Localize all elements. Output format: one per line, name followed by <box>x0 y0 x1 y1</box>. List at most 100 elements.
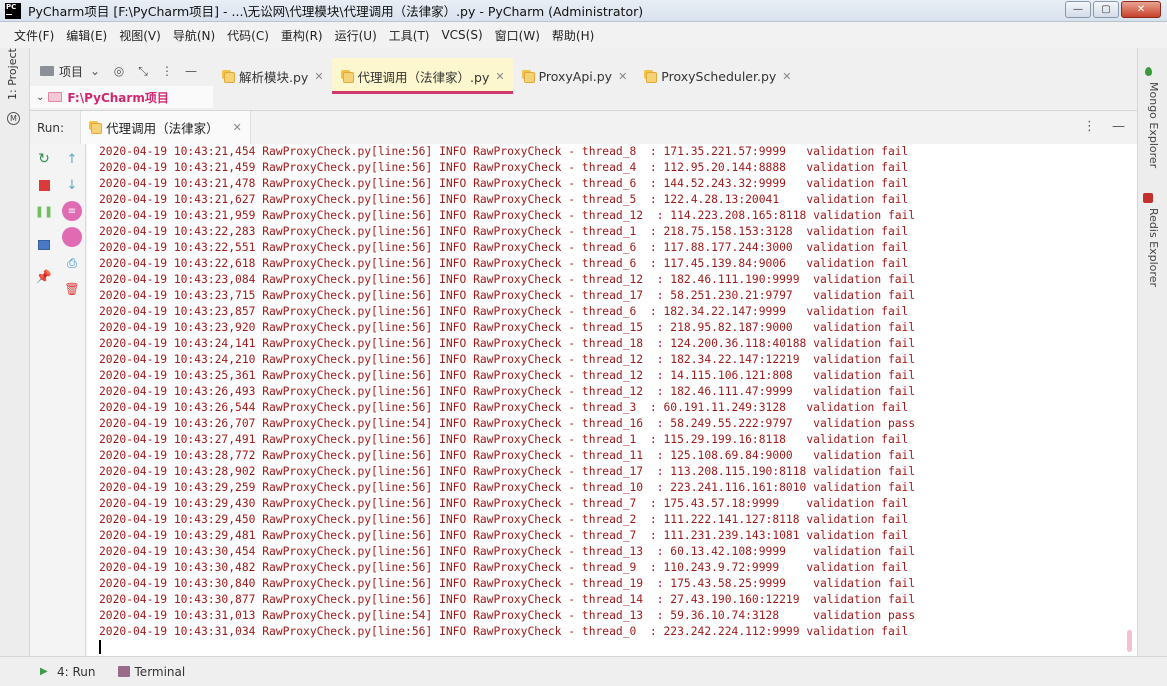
editor-tab-proxy-call[interactable]: 代理调用（法律家）.py ✕ <box>331 58 513 94</box>
print-icon[interactable]: ⎙ <box>63 254 81 272</box>
hide-panel-icon[interactable]: — <box>183 63 199 79</box>
minimize-button[interactable]: — <box>1065 1 1091 18</box>
editor-tab-parse-module[interactable]: 解析模块.py ✕ <box>213 58 332 94</box>
project-panel-label[interactable]: 项目 <box>59 63 83 80</box>
text-cursor <box>99 640 101 654</box>
hide-run-panel-icon[interactable]: — <box>1112 119 1125 134</box>
python-file-icon <box>222 69 235 83</box>
folder-icon <box>40 66 54 76</box>
log-line: 2020-04-19 10:43:21,959 RawProxyCheck.py… <box>99 209 916 222</box>
close-tab-icon[interactable]: ✕ <box>495 70 504 83</box>
log-line: 2020-04-19 10:43:29,430 RawProxyCheck.py… <box>99 497 909 510</box>
collapse-all-icon[interactable]: ⤡ <box>135 63 151 79</box>
chevron-down-icon[interactable]: ⌄ <box>36 92 44 103</box>
log-line: 2020-04-19 10:43:21,454 RawProxyCheck.py… <box>99 145 909 158</box>
trash-icon[interactable]: 🗑 <box>63 280 81 298</box>
log-line: 2020-04-19 10:43:26,544 RawProxyCheck.py… <box>99 401 909 414</box>
log-line: 2020-04-19 10:43:29,481 RawProxyCheck.py… <box>99 529 909 542</box>
soft-wrap-icon[interactable]: ≡ <box>62 201 82 221</box>
menu-run[interactable]: 运行(U) <box>329 27 383 44</box>
python-file-icon <box>644 69 658 83</box>
log-line: 2020-04-19 10:43:28,902 RawProxyCheck.py… <box>99 465 916 478</box>
right-tool-stripe: Mongo Explorer Redis Explorer <box>1137 48 1167 660</box>
redis-explorer-tab[interactable]: Redis Explorer <box>1147 208 1160 287</box>
menu-code[interactable]: 代码(C) <box>221 27 275 44</box>
project-tool-tab[interactable]: 1: Project <box>6 48 19 100</box>
project-tree-root[interactable]: ⌄ F:\PyCharm项目 <box>30 86 213 108</box>
console-scrollbar[interactable] <box>1127 630 1132 652</box>
mongo-explorer-tab[interactable]: Mongo Explorer <box>1147 82 1160 168</box>
run-config-tab[interactable]: 代理调用（法律家） ✕ <box>80 110 251 145</box>
view-dropdown-icon[interactable]: ⌄ <box>87 63 103 79</box>
close-run-tab-icon[interactable]: ✕ <box>233 121 242 134</box>
menu-refactor[interactable]: 重构(R) <box>275 27 329 44</box>
arrow-down-icon[interactable]: ↓ <box>63 176 81 194</box>
log-line: 2020-04-19 10:43:31,034 RawProxyCheck.py… <box>99 625 909 638</box>
log-line: 2020-04-19 10:43:30,840 RawProxyCheck.py… <box>99 577 916 590</box>
window-controls: — ▢ ✕ <box>1065 1 1161 18</box>
title-bar: PC PyCharm项目 [F:\PyCharm项目] - ...\无讼网\代理… <box>0 0 1167 22</box>
run-tab-label: 代理调用（法律家） <box>106 121 219 136</box>
log-line: 2020-04-19 10:43:30,877 RawProxyCheck.py… <box>99 593 916 606</box>
layout-icon[interactable] <box>35 236 53 254</box>
menu-help[interactable]: 帮助(H) <box>546 27 600 44</box>
menu-view[interactable]: 视图(V) <box>113 27 167 44</box>
menu-vcs[interactable]: VCS(S) <box>435 28 488 42</box>
run-tool-tab[interactable]: ▶ 4: Run <box>40 665 96 679</box>
tab-label: ProxyApi.py <box>538 68 613 84</box>
menu-tools[interactable]: 工具(T) <box>383 27 436 44</box>
log-line: 2020-04-19 10:43:23,715 RawProxyCheck.py… <box>99 289 916 302</box>
more-options-icon[interactable]: ⋮ <box>1083 119 1096 134</box>
close-tab-icon[interactable]: ✕ <box>618 70 627 83</box>
menu-file[interactable]: 文件(F) <box>8 27 60 44</box>
window-title: PyCharm项目 [F:\PyCharm项目] - ...\无讼网\代理模块\… <box>28 4 644 19</box>
pycharm-logo-icon: PC <box>5 2 21 19</box>
log-line: 2020-04-19 10:43:23,920 RawProxyCheck.py… <box>99 321 916 334</box>
editor-tab-proxyscheduler[interactable]: ProxyScheduler.py ✕ <box>635 58 799 94</box>
python-run-icon <box>89 121 103 134</box>
terminal-tool-tab[interactable]: Terminal <box>117 665 185 679</box>
pause-icon[interactable]: ❚❚ <box>35 202 53 220</box>
log-line: 2020-04-19 10:43:22,618 RawProxyCheck.py… <box>99 257 909 270</box>
arrow-up-icon[interactable]: ↑ <box>63 150 81 168</box>
log-line: 2020-04-19 10:43:23,084 RawProxyCheck.py… <box>99 273 916 286</box>
log-line: 2020-04-19 10:43:23,857 RawProxyCheck.py… <box>99 305 909 318</box>
pin-icon[interactable]: 📌 <box>35 268 53 286</box>
log-line: 2020-04-19 10:43:29,259 RawProxyCheck.py… <box>99 481 916 494</box>
mongo-leaf-icon <box>1145 67 1152 76</box>
close-tab-icon[interactable]: ✕ <box>782 70 791 83</box>
console-output[interactable]: 2020-04-19 10:43:21,454 RawProxyCheck.py… <box>87 144 1137 656</box>
locate-target-icon[interactable]: ◎ <box>111 63 127 79</box>
scroll-to-end-icon[interactable] <box>62 227 82 247</box>
tab-label: 代理调用（法律家）.py <box>357 69 490 85</box>
log-line: 2020-04-19 10:43:21,478 RawProxyCheck.py… <box>99 177 909 190</box>
rerun-icon[interactable]: ↻ <box>35 150 53 168</box>
log-line: 2020-04-19 10:43:29,450 RawProxyCheck.py… <box>99 513 909 526</box>
run-panel-title: Run: <box>37 120 65 135</box>
project-panel-header: 项目 ⌄ ◎ ⤡ ⋮ — <box>30 58 213 84</box>
log-line: 2020-04-19 10:43:28,772 RawProxyCheck.py… <box>99 449 916 462</box>
menu-navigate[interactable]: 导航(N) <box>167 27 221 44</box>
log-line: 2020-04-19 10:43:21,627 RawProxyCheck.py… <box>99 193 909 206</box>
log-line: 2020-04-19 10:43:24,210 RawProxyCheck.py… <box>99 353 916 366</box>
stop-icon[interactable] <box>35 176 53 194</box>
structure-icon[interactable]: M <box>7 112 20 125</box>
editor-tab-proxyapi[interactable]: ProxyApi.py ✕ <box>513 58 636 94</box>
run-toolbar-secondary: ↑ ↓ ≡ ⎙ 🗑 <box>58 144 86 656</box>
run-toolbar-primary: ↻ ❚❚ 📌 <box>30 144 58 656</box>
menu-window[interactable]: 窗口(W) <box>489 27 546 44</box>
root-folder-label[interactable]: F:\PyCharm项目 <box>67 89 168 106</box>
close-window-button[interactable]: ✕ <box>1121 1 1161 18</box>
log-line: 2020-04-19 10:43:30,482 RawProxyCheck.py… <box>99 561 909 574</box>
log-line: 2020-04-19 10:43:25,361 RawProxyCheck.py… <box>99 369 916 382</box>
close-tab-icon[interactable]: ✕ <box>314 70 323 83</box>
log-line: 2020-04-19 10:43:22,283 RawProxyCheck.py… <box>99 225 909 238</box>
options-icon[interactable]: ⋮ <box>159 63 175 79</box>
logo-text: PC <box>6 2 17 11</box>
menu-edit[interactable]: 编辑(E) <box>60 27 113 44</box>
log-line: 2020-04-19 10:43:30,454 RawProxyCheck.py… <box>99 545 916 558</box>
tab-label: ProxyScheduler.py <box>661 68 777 84</box>
maximize-button[interactable]: ▢ <box>1093 1 1119 18</box>
python-file-icon <box>521 69 535 83</box>
terminal-icon <box>117 666 130 677</box>
